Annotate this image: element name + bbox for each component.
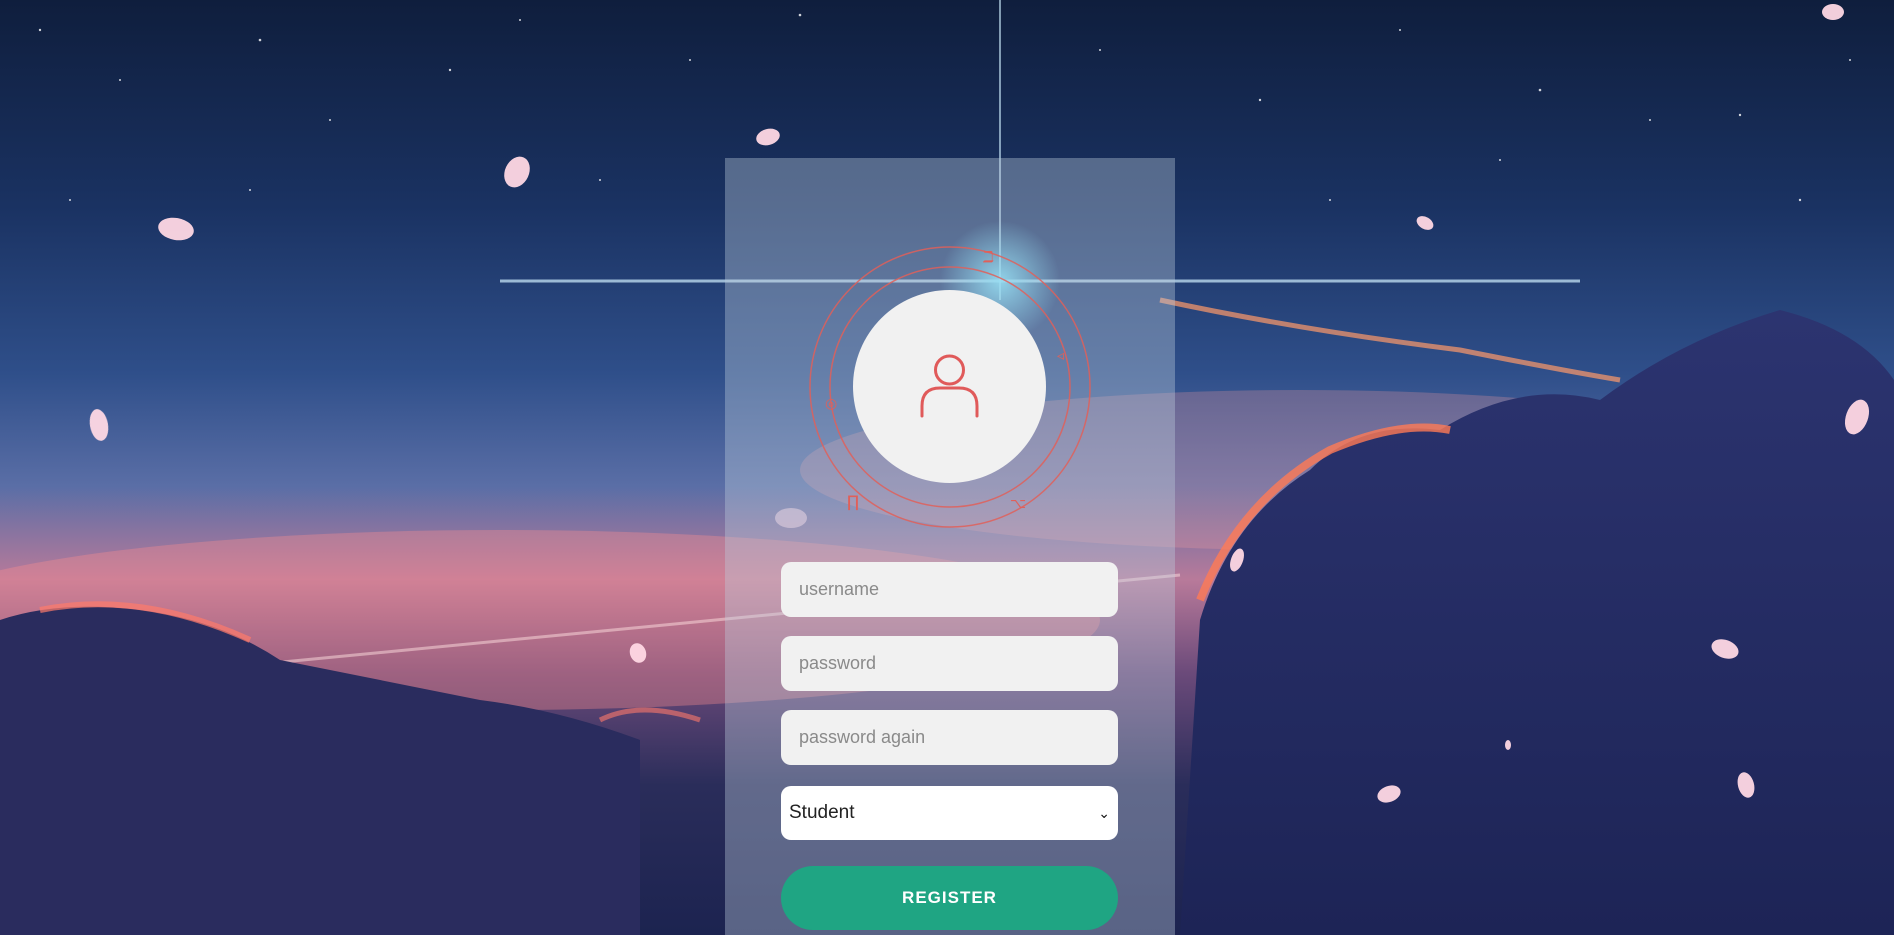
register-button-label: REGISTER <box>902 888 997 907</box>
svg-text:∏: ∏ <box>847 492 859 511</box>
chevron-down-icon: ⌄ <box>1098 804 1110 821</box>
password-input[interactable] <box>781 636 1118 691</box>
user-icon <box>920 354 979 418</box>
svg-text:⌥: ⌥ <box>1010 496 1026 512</box>
role-select[interactable]: Student ⌄ <box>781 786 1118 840</box>
svg-text:ℶ: ℶ <box>983 247 994 266</box>
svg-text:◎: ◎ <box>825 396 837 412</box>
avatar <box>853 290 1046 483</box>
register-button[interactable]: REGISTER <box>781 866 1118 930</box>
password-again-input[interactable] <box>781 710 1118 765</box>
username-input[interactable] <box>781 562 1118 617</box>
role-select-value: Student <box>789 802 855 823</box>
svg-text:◃: ◃ <box>1057 348 1064 364</box>
